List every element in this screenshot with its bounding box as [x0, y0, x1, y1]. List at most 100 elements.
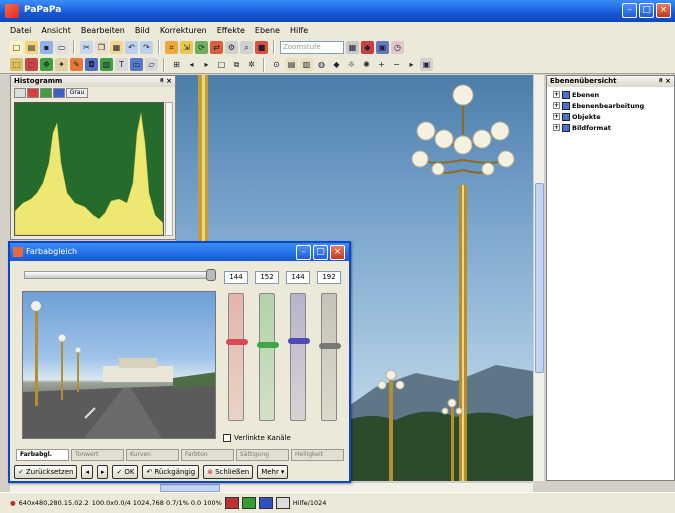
duplicate-icon[interactable]: ⧉ — [230, 58, 243, 71]
rotate-icon[interactable]: ⟳ — [195, 40, 208, 54]
bucket-icon[interactable]: ◘ — [85, 58, 98, 71]
move-icon[interactable]: ✥ — [40, 58, 53, 71]
settings-icon[interactable]: ⚙ — [225, 40, 238, 54]
blue-channel-slider[interactable] — [288, 293, 310, 421]
channel-gray-tab[interactable]: Grau — [66, 88, 88, 98]
text-tool-icon[interactable]: T — [115, 58, 128, 71]
tab-hue[interactable]: Farbton — [181, 449, 234, 461]
menu-item[interactable]: Effekte — [217, 26, 245, 35]
star-icon[interactable]: ✲ — [245, 58, 258, 71]
prev-button[interactable]: ◂ — [81, 465, 93, 479]
histogram-scrollbar[interactable] — [165, 102, 173, 236]
sharpen-icon[interactable]: ◆ — [330, 58, 343, 71]
picker-icon[interactable]: ⊙ — [270, 58, 283, 71]
frame-icon[interactable]: □ — [215, 58, 228, 71]
tab-color-balance[interactable]: Farbabgl. — [16, 449, 69, 461]
tree-item[interactable]: + Ebenenbearbeitung — [547, 100, 674, 111]
redo-icon[interactable]: ↷ — [140, 40, 153, 54]
reset-button[interactable]: ✔ Zurücksetzen — [14, 465, 78, 479]
expand-icon[interactable]: + — [553, 91, 560, 98]
close-icon[interactable]: × — [330, 245, 345, 260]
wand-icon[interactable]: ✦ — [55, 58, 68, 71]
new-file-icon[interactable]: ▢ — [10, 40, 23, 54]
color-swatch[interactable] — [258, 497, 273, 509]
brush-icon[interactable]: ✎ — [70, 58, 83, 71]
save-icon[interactable]: ▪ — [40, 40, 53, 54]
zoom-input[interactable]: Zoomstufe — [280, 40, 344, 54]
minimize-icon[interactable]: – — [622, 3, 637, 18]
tree-item[interactable]: + Bildformat — [547, 122, 674, 133]
menu-item[interactable]: Datei — [10, 26, 31, 35]
tree-item[interactable]: + Ebenen — [547, 89, 674, 100]
slider-knob[interactable] — [319, 343, 341, 349]
tab-curves[interactable]: Kurven — [126, 449, 179, 461]
close-button[interactable]: ⊗ Schließen — [203, 465, 254, 479]
tree-item[interactable]: + Objekte — [547, 111, 674, 122]
gray-channel-slider[interactable] — [319, 293, 341, 421]
value-field[interactable]: 144 — [286, 271, 310, 284]
next-icon[interactable]: ▸ — [405, 58, 418, 71]
menu-item[interactable]: Bearbeiten — [81, 26, 125, 35]
plus-icon[interactable]: + — [375, 58, 388, 71]
expand-icon[interactable]: + — [553, 113, 560, 120]
blur-icon[interactable]: ◍ — [315, 58, 328, 71]
sun-icon[interactable]: ✺ — [360, 58, 373, 71]
tab-saturation[interactable]: Sättigung — [236, 449, 289, 461]
scroll-thumb[interactable] — [160, 484, 220, 492]
strength-slider[interactable] — [24, 269, 216, 281]
filter-icon[interactable]: ▤ — [285, 58, 298, 71]
channel-red-tab[interactable] — [27, 88, 39, 98]
color-icon[interactable]: ◆ — [361, 40, 374, 54]
stop-icon[interactable]: ■ — [255, 40, 268, 54]
print-icon[interactable]: ▭ — [55, 40, 68, 54]
channel-all-tab[interactable] — [14, 88, 26, 98]
menu-item[interactable]: Ansicht — [41, 26, 71, 35]
expand-icon[interactable]: + — [553, 124, 560, 131]
value-field[interactable]: 144 — [224, 271, 248, 284]
panel-close-icon[interactable]: ª × — [659, 76, 671, 87]
checkbox-box[interactable] — [223, 434, 231, 442]
undo-button[interactable]: ↶ Rückgängig — [142, 465, 200, 479]
green-channel-slider[interactable] — [257, 293, 279, 421]
slider-knob[interactable] — [206, 269, 216, 281]
channel-green-tab[interactable] — [40, 88, 52, 98]
next-button[interactable]: ▸ — [96, 465, 109, 479]
light-icon[interactable]: ☼ — [345, 58, 358, 71]
eraser-icon[interactable]: ▱ — [145, 58, 158, 71]
open-folder-icon[interactable]: ▤ — [25, 40, 38, 54]
horizontal-scrollbar[interactable] — [10, 482, 533, 492]
resize-icon[interactable]: ⇲ — [180, 40, 193, 54]
channel-blue-tab[interactable] — [53, 88, 65, 98]
red-channel-slider[interactable] — [226, 293, 248, 421]
scroll-thumb[interactable] — [535, 183, 544, 373]
slider-knob[interactable] — [288, 338, 310, 344]
align-icon[interactable]: ⊞ — [170, 58, 183, 71]
history-icon[interactable]: ◷ — [391, 40, 404, 54]
arrow-left-icon[interactable]: ◂ — [185, 58, 198, 71]
menu-item[interactable]: Bild — [135, 26, 150, 35]
minimize-icon[interactable]: – — [296, 245, 311, 260]
crop-icon[interactable]: ⌗ — [165, 40, 178, 54]
menu-item[interactable]: Ebene — [255, 26, 280, 35]
zoom-icon[interactable]: ⌕ — [240, 40, 253, 54]
menu-item[interactable]: Korrekturen — [160, 26, 207, 35]
flip-icon[interactable]: ⇄ — [210, 40, 223, 54]
color-swatch[interactable] — [241, 497, 256, 509]
maximize-icon[interactable]: □ — [313, 245, 328, 260]
value-field[interactable]: 192 — [317, 271, 341, 284]
tab-brightness[interactable]: Helligkeit — [291, 449, 344, 461]
panel-close-icon[interactable]: ª × — [160, 76, 172, 87]
cut-icon[interactable]: ✂ — [80, 40, 93, 54]
expand-icon[interactable]: + — [553, 102, 560, 109]
color-swatch[interactable] — [224, 497, 239, 509]
slider-knob[interactable] — [226, 339, 248, 345]
vertical-scrollbar[interactable] — [533, 75, 544, 481]
ok-button[interactable]: ✓ OK — [112, 465, 139, 479]
tab-levels[interactable]: Tonwert — [71, 449, 124, 461]
slider-knob[interactable] — [257, 342, 279, 348]
copy-icon[interactable]: ❐ — [95, 40, 108, 54]
adjust-icon[interactable]: ▥ — [300, 58, 313, 71]
close-icon[interactable]: × — [656, 3, 671, 18]
value-field[interactable]: 152 — [255, 271, 279, 284]
lasso-icon[interactable]: ◌ — [25, 58, 38, 71]
